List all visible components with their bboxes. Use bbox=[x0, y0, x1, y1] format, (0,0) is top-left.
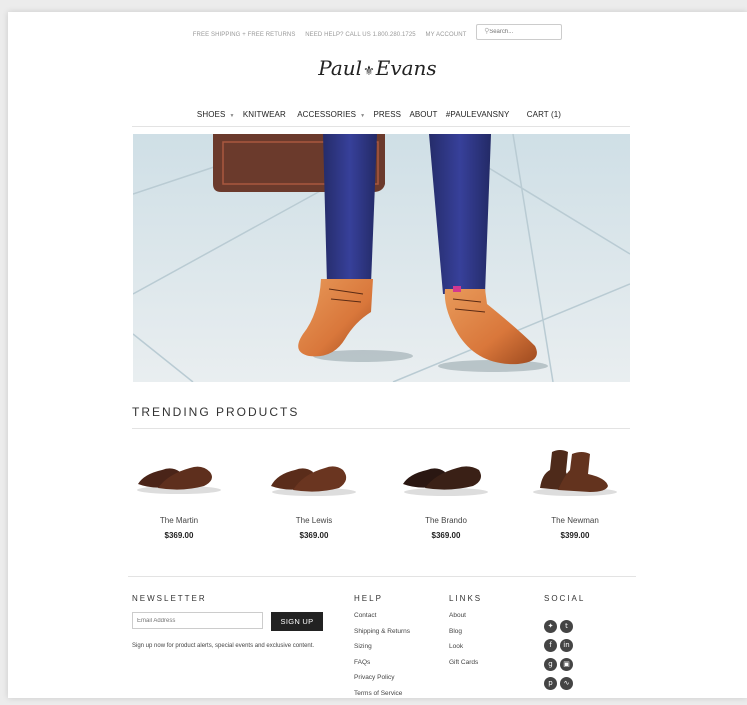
sign-up-button[interactable]: SIGN UP bbox=[271, 612, 323, 631]
help-links: Contact Shipping & Returns Sizing FAQs P… bbox=[354, 612, 410, 705]
chevron-down-icon: ▼ bbox=[360, 113, 365, 119]
product-image bbox=[391, 444, 501, 510]
chevron-down-icon: ▼ bbox=[229, 113, 234, 119]
hero-image[interactable] bbox=[133, 134, 630, 382]
footer-link-terms[interactable]: Terms of Service bbox=[354, 690, 410, 705]
nav-cart[interactable]: CART (1) bbox=[527, 110, 561, 119]
newsletter-text: Sign up now for product alerts, special … bbox=[132, 643, 314, 649]
trending-divider bbox=[132, 428, 630, 429]
site-logo[interactable]: Paul⚜Evans bbox=[8, 56, 747, 80]
product-price: $369.00 bbox=[124, 531, 234, 540]
footer-link-about[interactable]: About bbox=[449, 612, 478, 628]
links-list: About Blog Look Gift Cards bbox=[449, 612, 478, 674]
product-card[interactable]: The Newman $399.00 bbox=[520, 444, 630, 540]
product-card[interactable]: The Lewis $369.00 bbox=[259, 444, 369, 540]
footer-link-shipping[interactable]: Shipping & Returns bbox=[354, 628, 410, 644]
product-image bbox=[520, 444, 630, 510]
nav-divider bbox=[132, 126, 630, 127]
footer-divider bbox=[128, 576, 636, 577]
footer-link-gift-cards[interactable]: Gift Cards bbox=[449, 659, 478, 675]
help-phone[interactable]: NEED HELP? CALL US 1.800.280.1725 bbox=[305, 32, 415, 38]
links-title: LINKS bbox=[449, 594, 482, 603]
search-icon: ⚲ bbox=[484, 27, 489, 35]
product-image bbox=[259, 444, 369, 510]
footer-link-contact[interactable]: Contact bbox=[354, 612, 410, 628]
email-field[interactable] bbox=[132, 612, 263, 629]
help-title: HELP bbox=[354, 594, 383, 603]
shipping-notice: FREE SHIPPING + FREE RETURNS bbox=[193, 32, 296, 38]
nav-press[interactable]: PRESS bbox=[373, 110, 401, 119]
page: FREE SHIPPING + FREE RETURNS NEED HELP? … bbox=[8, 12, 747, 698]
product-name[interactable]: The Martin bbox=[124, 516, 234, 525]
product-price: $399.00 bbox=[520, 531, 630, 540]
fleur-de-lis-icon: ⚜ bbox=[363, 64, 375, 79]
footer-link-sizing[interactable]: Sizing bbox=[354, 643, 410, 659]
product-card[interactable]: The Brando $369.00 bbox=[391, 444, 501, 540]
main-nav: SHOES▼ KNITWEAR ACCESSORIES▼ PRESS ABOUT… bbox=[8, 110, 747, 119]
product-image bbox=[124, 444, 234, 510]
linkedin-icon[interactable]: in bbox=[560, 639, 573, 652]
trending-title: TRENDING PRODUCTS bbox=[132, 405, 299, 419]
search-box[interactable]: ⚲ bbox=[476, 24, 562, 40]
product-card[interactable]: The Martin $369.00 bbox=[124, 444, 234, 540]
rss-icon[interactable]: ∿ bbox=[560, 677, 573, 690]
nav-hashtag[interactable]: #PAULEVANSNY bbox=[446, 110, 510, 119]
social-title: SOCIAL bbox=[544, 594, 585, 603]
tumblr-icon[interactable]: t bbox=[560, 620, 573, 633]
top-utility-bar: FREE SHIPPING + FREE RETURNS NEED HELP? … bbox=[8, 26, 747, 42]
product-name[interactable]: The Newman bbox=[520, 516, 630, 525]
newsletter-title: NEWSLETTER bbox=[132, 594, 207, 603]
nav-shoes-label: SHOES bbox=[197, 110, 226, 119]
product-price: $369.00 bbox=[259, 531, 369, 540]
footer-link-privacy[interactable]: Privacy Policy bbox=[354, 674, 410, 690]
google-plus-icon[interactable]: g bbox=[544, 658, 557, 671]
nav-knitwear[interactable]: KNITWEAR bbox=[243, 110, 286, 119]
product-name[interactable]: The Lewis bbox=[259, 516, 369, 525]
search-input[interactable] bbox=[487, 25, 561, 39]
footer-link-blog[interactable]: Blog bbox=[449, 628, 478, 644]
footer-link-look[interactable]: Look bbox=[449, 643, 478, 659]
pinterest-icon[interactable]: p bbox=[544, 677, 557, 690]
nav-accessories-label: ACCESSORIES bbox=[297, 110, 356, 119]
product-name[interactable]: The Brando bbox=[391, 516, 501, 525]
facebook-icon[interactable]: f bbox=[544, 639, 557, 652]
social-icons: ✦t fin g▣ p∿ bbox=[544, 615, 576, 691]
logo-first: Paul bbox=[318, 56, 362, 80]
nav-accessories[interactable]: ACCESSORIES ▼ bbox=[294, 110, 365, 119]
twitter-icon[interactable]: ✦ bbox=[544, 620, 557, 633]
hero-photo bbox=[133, 134, 630, 382]
instagram-icon[interactable]: ▣ bbox=[560, 658, 573, 671]
nav-shoes[interactable]: SHOES▼ bbox=[194, 110, 235, 119]
nav-about[interactable]: ABOUT bbox=[409, 110, 437, 119]
my-account-link[interactable]: MY ACCOUNT bbox=[426, 32, 467, 38]
product-price: $369.00 bbox=[391, 531, 501, 540]
footer-link-faqs[interactable]: FAQs bbox=[354, 659, 410, 675]
logo-last: Evans bbox=[376, 56, 437, 80]
